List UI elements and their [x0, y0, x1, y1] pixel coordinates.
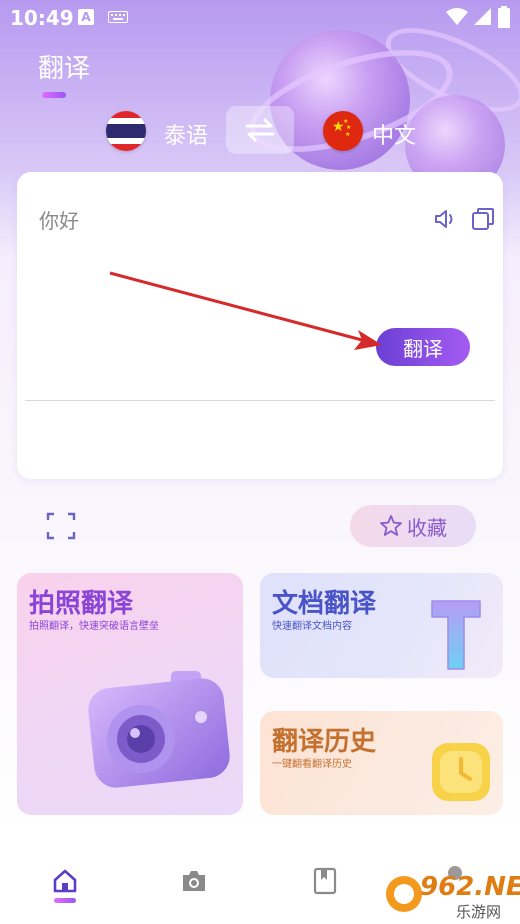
app-notification-icon: A [78, 9, 94, 25]
watermark-logo: 962.NET 乐游网 [382, 870, 520, 921]
page-title: 翻译 [38, 54, 91, 84]
title-indicator [42, 92, 66, 98]
photo-translate-subtitle: 拍照翻译，快速突破语言壁垒 [29, 621, 159, 632]
document-translate-card[interactable]: 文档翻译 快速翻译文档内容 [260, 573, 503, 678]
card-divider [25, 400, 495, 401]
home-active-indicator [54, 898, 76, 903]
svg-text:★: ★ [345, 131, 350, 138]
source-language[interactable]: 泰语 [164, 118, 208, 150]
history-title: 翻译历史 [272, 727, 377, 757]
annotation-arrow-icon [109, 271, 382, 350]
history-card[interactable]: 翻译历史 一键翻看翻译历史 [260, 711, 503, 815]
thai-flag-icon[interactable] [106, 111, 146, 151]
favorite-button[interactable]: 收藏 [350, 505, 476, 547]
svg-text:★: ★ [346, 124, 351, 131]
watermark-emblem-icon [386, 876, 422, 912]
clock-illustration-icon [432, 743, 490, 801]
photo-translate-title: 拍照翻译 [29, 589, 134, 619]
copy-icon[interactable] [470, 206, 496, 232]
camera-illustration-icon [88, 671, 230, 788]
star-icon [380, 515, 402, 536]
target-language[interactable]: 中文 [372, 118, 416, 150]
watermark-site: 乐游网 [456, 903, 502, 921]
translate-input[interactable]: 你好 [39, 205, 79, 234]
swap-icon [245, 118, 275, 142]
history-subtitle: 一键翻看翻译历史 [272, 759, 352, 770]
status-time: 10:49 [10, 6, 74, 30]
bookmark-icon[interactable] [313, 867, 337, 895]
swap-language-button[interactable] [226, 106, 294, 154]
battery-icon [498, 6, 510, 28]
home-icon[interactable] [52, 868, 78, 894]
document-translate-subtitle: 快速翻译文档内容 [272, 621, 352, 632]
speaker-icon[interactable] [433, 207, 457, 231]
document-translate-title: 文档翻译 [272, 589, 377, 619]
favorite-label: 收藏 [407, 515, 447, 540]
photo-translate-card[interactable]: 拍照翻译 拍照翻译，快速突破语言壁垒 [17, 573, 243, 815]
text-t-illustration-icon [431, 600, 481, 670]
keyboard-icon [108, 11, 128, 23]
wifi-icon [446, 8, 468, 25]
china-flag-icon[interactable]: ★ ★ ★ ★ [323, 111, 363, 151]
fullscreen-icon[interactable] [46, 512, 76, 540]
signal-icon [474, 8, 491, 25]
camera-icon[interactable] [181, 869, 207, 893]
status-bar: 10:49 A [0, 0, 520, 36]
watermark-brand: 962.NET [420, 872, 520, 902]
